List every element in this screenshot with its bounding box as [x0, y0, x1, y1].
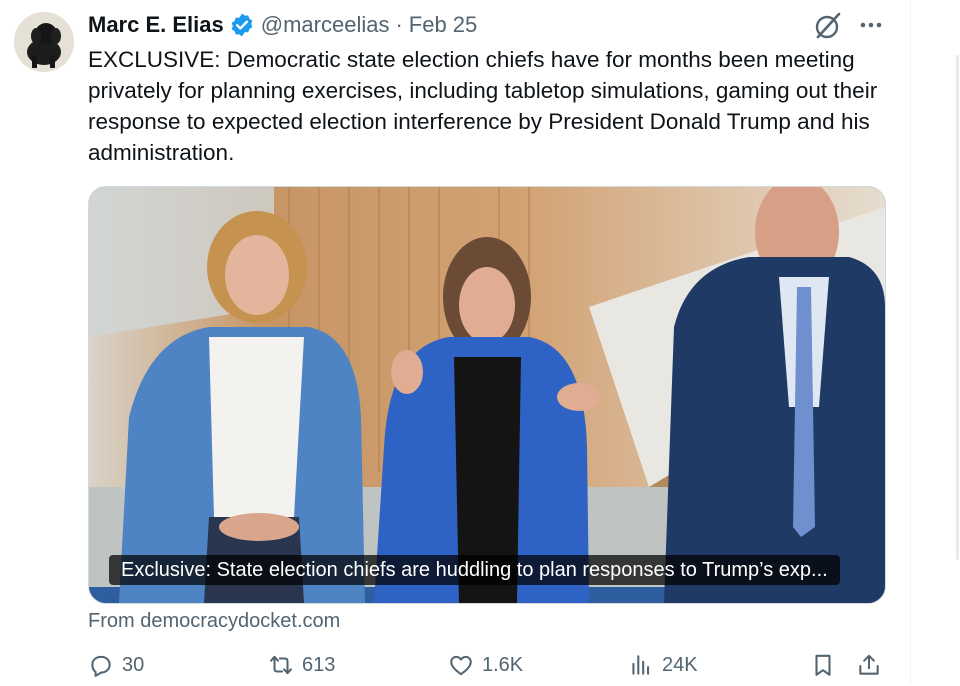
author-name[interactable]: Marc E. Elias [88, 12, 224, 38]
share-button[interactable] [856, 652, 890, 678]
tweet-header: Marc E. Elias @marceelias · Feb 25 [88, 10, 477, 40]
right-rail [910, 0, 960, 685]
link-card[interactable]: Exclusive: State election chiefs are hud… [88, 186, 886, 604]
repost-button[interactable]: 613 [268, 652, 335, 678]
separator-dot: · [395, 12, 403, 37]
card-caption: Exclusive: State election chiefs are hud… [109, 555, 840, 585]
more-icon[interactable] [856, 14, 886, 36]
like-button[interactable]: 1.6K [448, 652, 523, 678]
article-photo [89, 187, 885, 603]
reply-count: 30 [122, 653, 145, 676]
reply-button[interactable]: 30 [88, 652, 144, 678]
bookmark-button[interactable] [810, 652, 844, 678]
like-count: 1.6K [482, 653, 524, 676]
views-icon [632, 655, 650, 675]
tweet-text: EXCLUSIVE: Democratic state election chi… [88, 47, 878, 165]
action-bar: 30 613 1.6K 24K [88, 652, 888, 686]
like-icon [450, 655, 472, 676]
reply-icon [91, 655, 111, 677]
tweet-date[interactable]: Feb 25 [409, 12, 478, 38]
scrollbar[interactable] [956, 55, 959, 560]
views-button[interactable]: 24K [628, 652, 698, 678]
grok-icon[interactable] [812, 10, 844, 42]
share-icon [859, 654, 879, 675]
bookmark-icon [815, 654, 831, 676]
avatar[interactable] [14, 12, 74, 72]
views-count: 24K [662, 653, 698, 676]
author-handle[interactable]: @marceelias [261, 12, 390, 38]
repost-icon [270, 655, 292, 675]
repost-count: 613 [302, 653, 336, 676]
card-source[interactable]: From democracydocket.com [88, 610, 340, 633]
verified-badge-icon [229, 12, 255, 38]
